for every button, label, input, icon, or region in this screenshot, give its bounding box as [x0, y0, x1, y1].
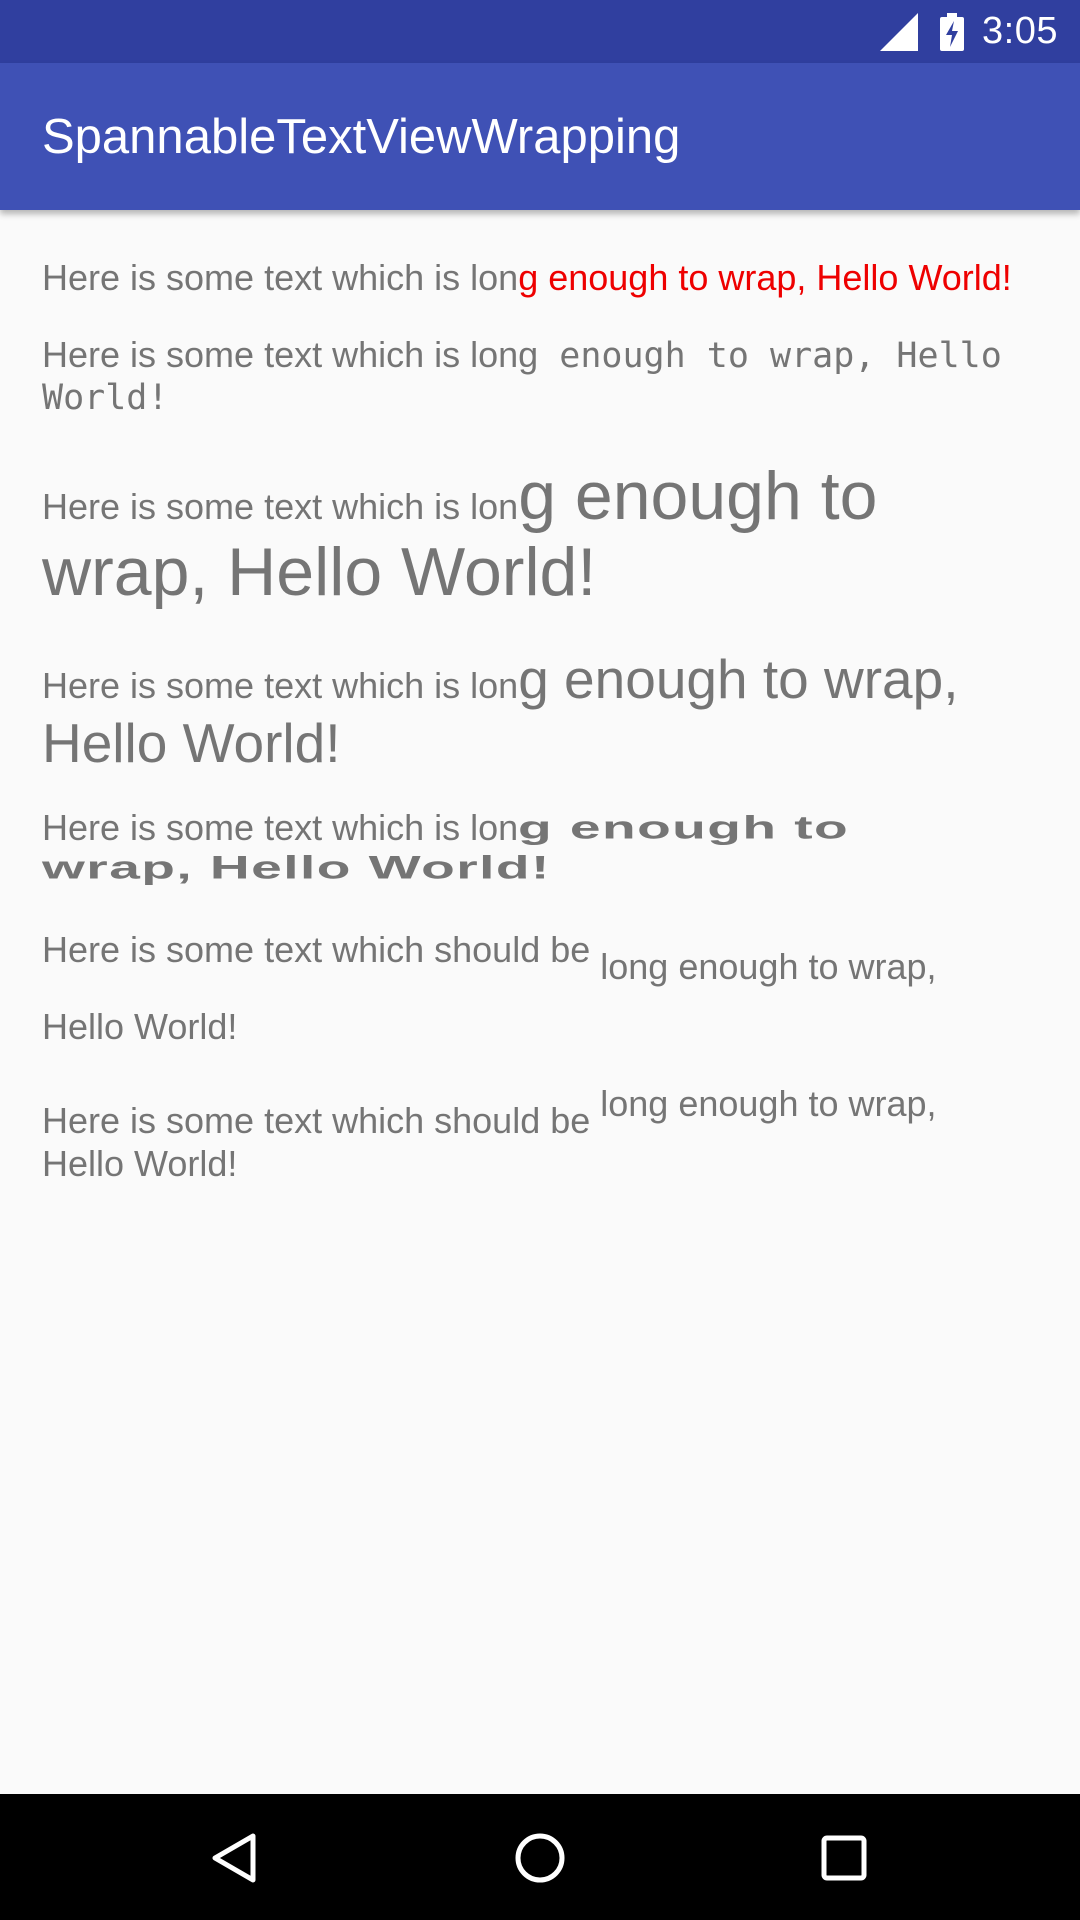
- status-icons: 3:05: [880, 0, 1058, 63]
- sample-prefix: Here is some text which is long: [42, 334, 539, 375]
- sample-prefix: Here is some text which is lon: [42, 665, 519, 706]
- sample-prefix: Here is some text which is lon: [42, 486, 519, 527]
- sample-prefix: Here is some text which should be: [42, 929, 601, 970]
- large-span-text: g enough to: [518, 458, 878, 534]
- scale-x-span-text-line2: wrap, Hello World!: [42, 849, 551, 887]
- recent-apps-icon[interactable]: [814, 1828, 874, 1888]
- sample-large-size-span: Here is some text which is long enough t…: [42, 462, 877, 530]
- superscript-line2: Hello World!: [42, 1143, 238, 1184]
- monospace-span-text: enough to wrap, Hello: [538, 336, 1002, 376]
- sample-subscript-span: Here is some text which should be long e…: [42, 929, 937, 985]
- subscript-span-text: long enough to wrap,: [600, 946, 937, 987]
- superscript-span-text: long enough to wrap,: [600, 1083, 937, 1124]
- navigation-bar: [0, 1794, 1080, 1920]
- sample-monospace-span: Here is some text which is long enough t…: [42, 337, 1002, 374]
- subscript-line2: Hello World!: [42, 1006, 238, 1047]
- home-icon[interactable]: [510, 1828, 570, 1888]
- sample-red-span: Here is some text which is long enough t…: [42, 260, 1012, 296]
- sample-prefix: Here is some text which is lon: [42, 807, 519, 848]
- scale-x-span-line2-wrap: wrap, Hello World!: [42, 849, 549, 887]
- app-bar: SpannableTextViewWrapping: [0, 63, 1080, 210]
- sample-scale-x-span: Here is some text which is long enough t…: [42, 807, 848, 848]
- monospace-span-text-line2: World!: [42, 378, 169, 418]
- large-span-text-line2: wrap, Hello World!: [42, 534, 597, 610]
- medium-span-text-line2: Hello World!: [42, 712, 341, 774]
- scale-x-span-text: g enough to: [518, 809, 850, 847]
- medium-span-text: g enough to wrap,: [518, 648, 959, 710]
- back-icon[interactable]: [205, 1828, 265, 1888]
- app-title: SpannableTextViewWrapping: [42, 110, 681, 164]
- battery-charging-icon: [940, 12, 965, 51]
- signal-icon: [880, 12, 919, 51]
- sample-prefix: Here is some text which is lon: [42, 257, 519, 298]
- sample-superscript-span: Here is some text which should be long e…: [42, 1086, 937, 1141]
- status-clock: 3:05: [982, 10, 1058, 52]
- sample-prefix: Here is some text which should be: [42, 1100, 601, 1141]
- red-span-text: g enough to wrap, Hello World!: [518, 257, 1012, 298]
- status-bar: 3:05: [0, 0, 1080, 63]
- sample-medium-size-span: Here is some text which is long enough t…: [42, 652, 959, 707]
